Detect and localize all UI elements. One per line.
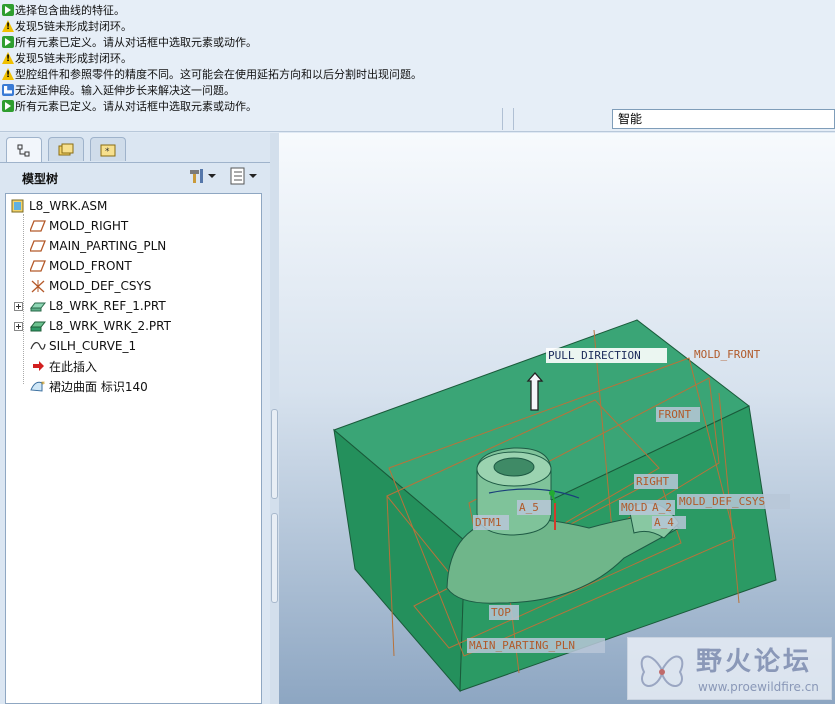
svg-text:*: * <box>41 380 45 389</box>
tree-item-label: MOLD_RIGHT <box>49 219 129 233</box>
message-line: 发现5链未形成封闭环。 <box>2 50 132 65</box>
warning-icon <box>2 19 14 32</box>
insert-arrow-icon <box>33 361 44 371</box>
watermark-url: www.proewildfire.cn <box>698 680 819 694</box>
warning-icon <box>2 51 14 64</box>
message-text: 型腔组件和参照零件的精度不同。这可能会在使用延拓方向和以后分割时出现问题。 <box>15 67 422 81</box>
axis-a5-label: A_5 <box>519 501 539 514</box>
message-text: 发现5链未形成封闭环。 <box>15 19 132 33</box>
info-arrow-icon <box>2 3 14 16</box>
watermark-title: 野火论坛 <box>696 647 813 677</box>
info-arrow-icon <box>2 35 14 48</box>
expand-toggle[interactable] <box>14 322 23 331</box>
tab-model-tree[interactable] <box>6 137 42 163</box>
tree-item[interactable]: L8_WRK_WRK_2.PRT <box>30 317 171 335</box>
message-text: 所有元素已定义。请从对话框中选取元素或动作。 <box>15 99 257 113</box>
axis-a2-label: A_2 <box>652 501 672 514</box>
front-plane-label: FRONT <box>658 408 691 421</box>
model-tree-icon <box>17 144 30 156</box>
datum-plane-icon <box>30 260 46 272</box>
message-splitter[interactable] <box>502 108 514 130</box>
tab-folder-browser[interactable] <box>48 137 84 161</box>
message-text: 无法延伸段。输入延伸步长来解决这一问题。 <box>15 83 235 97</box>
dtm1-label: DTM1 <box>475 516 502 529</box>
mold-front-label: MOLD_FRONT <box>694 348 761 361</box>
message-text: 所有元素已定义。请从对话框中选取元素或动作。 <box>15 35 257 49</box>
chevron-down-icon <box>249 174 257 178</box>
error-icon <box>2 83 14 96</box>
tools-icon <box>190 169 203 183</box>
message-line: 选择包含曲线的特征。 <box>2 2 125 17</box>
assembly-icon <box>11 199 24 213</box>
part-icon <box>30 302 46 312</box>
show-menu-button[interactable] <box>229 166 257 186</box>
butterfly-logo-icon <box>640 655 684 687</box>
top-plane-label: TOP <box>491 606 511 619</box>
tree-item[interactable]: 在此插入 <box>30 357 97 375</box>
tree-item[interactable]: L8_WRK_REF_1.PRT <box>30 297 166 315</box>
tree-item[interactable]: MOLD_DEF_CSYS <box>30 277 151 295</box>
tree-item[interactable]: MOLD_FRONT <box>30 257 132 275</box>
navigator-panel: * 模型树 L8_WRK.ASM MOLD_RIGHT MAIN_PARTING… <box>0 133 270 704</box>
panel-splitter[interactable] <box>270 133 279 704</box>
tree-item[interactable]: MAIN_PARTING_PLN <box>30 237 166 255</box>
settings-menu-button[interactable] <box>188 166 216 186</box>
model-tree: L8_WRK.ASM MOLD_RIGHT MAIN_PARTING_PLN M… <box>5 193 262 704</box>
message-text: 发现5链未形成封闭环。 <box>15 51 132 65</box>
right-plane-label: RIGHT <box>636 475 669 488</box>
tree-item-label: L8_WRK_REF_1.PRT <box>49 299 166 313</box>
tree-guide-line <box>23 214 24 384</box>
message-area: 选择包含曲线的特征。 发现5链未形成封闭环。 所有元素已定义。请从对话框中选取元… <box>0 0 835 132</box>
tree-item-label: MOLD_FRONT <box>49 259 132 273</box>
tree-item-label: 裙边曲面 标识140 <box>49 379 148 394</box>
tree-item[interactable]: * 裙边曲面 标识140 <box>30 377 148 395</box>
datum-plane-icon <box>30 220 46 232</box>
mold-axis-label: MOLD <box>621 501 648 514</box>
expand-toggle[interactable] <box>14 302 23 311</box>
tree-item-label: MAIN_PARTING_PLN <box>49 239 167 253</box>
workpiece-icon <box>30 321 46 332</box>
panel-title: 模型树 <box>22 172 59 186</box>
tree-item[interactable]: SILH_CURVE_1 <box>30 337 136 355</box>
selection-filter-select[interactable]: 智能 <box>612 109 835 129</box>
message-text: 选择包含曲线的特征。 <box>15 3 125 17</box>
splitter-grip[interactable] <box>271 513 278 603</box>
axis-a4-label: A_4 <box>654 516 674 529</box>
tree-item-label: SILH_CURVE_1 <box>49 339 137 353</box>
message-line: 发现5链未形成封闭环。 <box>2 18 132 33</box>
datum-plane-icon <box>30 240 46 252</box>
tree-item-label: 在此插入 <box>49 359 98 374</box>
chevron-down-icon <box>208 174 216 178</box>
main-parting-label: MAIN_PARTING_PLN <box>469 639 575 652</box>
splitter-grip[interactable] <box>271 409 278 499</box>
surface-icon: * <box>30 380 45 392</box>
warning-icon <box>2 67 14 80</box>
message-line: 型腔组件和参照零件的精度不同。这可能会在使用延拓方向和以后分割时出现问题。 <box>2 66 422 81</box>
tab-divider <box>0 162 270 163</box>
tree-item-label: L8_WRK.ASM <box>29 199 108 213</box>
svg-text:*: * <box>105 147 110 157</box>
curve-icon <box>30 342 46 350</box>
pull-direction-label: PULL DIRECTION <box>548 349 641 362</box>
folder-icon <box>58 143 74 155</box>
tree-item[interactable]: MOLD_RIGHT <box>30 217 128 235</box>
tab-favorites[interactable]: * <box>90 137 126 161</box>
message-line: 所有元素已定义。请从对话框中选取元素或动作。 <box>2 98 257 113</box>
tree-item-label: MOLD_DEF_CSYS <box>49 279 152 293</box>
list-icon <box>230 167 245 185</box>
model-view: PULL DIRECTION MOLD_FRONT FRONT RIGHT MO… <box>333 319 790 693</box>
watermark: 野火论坛 www.proewildfire.cn <box>627 637 832 700</box>
message-line: 所有元素已定义。请从对话框中选取元素或动作。 <box>2 34 257 49</box>
tree-item-label: L8_WRK_WRK_2.PRT <box>49 319 171 333</box>
tree-item[interactable]: L8_WRK.ASM <box>10 197 107 215</box>
csys-label: MOLD_DEF_CSYS <box>679 495 765 508</box>
message-line: 无法延伸段。输入延伸步长来解决这一问题。 <box>2 82 235 97</box>
favorites-icon: * <box>100 144 116 157</box>
graphics-viewport[interactable]: PULL DIRECTION MOLD_FRONT FRONT RIGHT MO… <box>279 133 835 704</box>
csys-icon <box>31 280 45 293</box>
info-arrow-icon <box>2 99 14 112</box>
